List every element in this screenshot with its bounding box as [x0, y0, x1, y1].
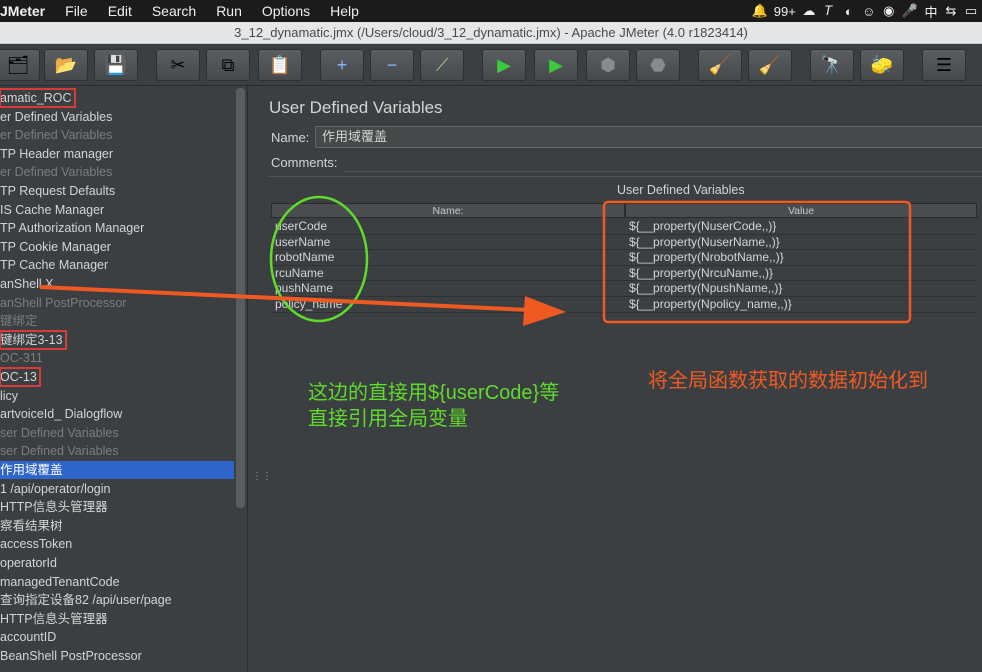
- teamviewer-icon[interactable]: ⇆: [944, 3, 958, 19]
- tree-node[interactable]: 键绑定3-13: [0, 329, 67, 350]
- input-method[interactable]: 中: [924, 2, 938, 21]
- orange-annotation: 将全局函数获取的数据初始化到: [648, 370, 928, 392]
- table-caption: User Defined Variables: [617, 183, 745, 197]
- tree-node[interactable]: er Defined Variables: [0, 126, 112, 144]
- table-cell-name[interactable]: robotName: [271, 250, 625, 266]
- table-cell-value[interactable]: ${__property(NuserName,,)}: [625, 235, 977, 251]
- templates-icon[interactable]: 🗂: [0, 49, 40, 81]
- column-header-name[interactable]: Name:: [271, 203, 625, 218]
- tree-node[interactable]: ser Defined Variables: [0, 424, 119, 442]
- table-cell-value[interactable]: ${__property(NuserCode,,)}: [625, 219, 977, 235]
- tree-node[interactable]: OC-13: [0, 367, 41, 387]
- comments-field[interactable]: [343, 152, 982, 172]
- table-cell-name[interactable]: userCode: [271, 219, 625, 235]
- user-icon[interactable]: ◉: [882, 3, 896, 19]
- tree-node[interactable]: amatic_ROC: [0, 88, 76, 108]
- tree-node[interactable]: BeanShell PostProcessor: [0, 647, 142, 665]
- tree-node[interactable]: accountID: [0, 628, 56, 646]
- cut-icon[interactable]: ✂: [156, 49, 200, 81]
- tree-node[interactable]: artvoiceId_ Dialogflow: [0, 405, 122, 423]
- bell-icon[interactable]: 🔔: [752, 3, 768, 19]
- search-icon[interactable]: 🔭: [810, 49, 854, 81]
- notification-count: 99+: [773, 3, 796, 19]
- menu-run[interactable]: Run: [206, 3, 252, 19]
- tree-scrollbar[interactable]: [236, 88, 245, 508]
- splitter[interactable]: ⋮⋮: [249, 86, 272, 672]
- copy-icon[interactable]: ⧉: [206, 49, 250, 81]
- name-field[interactable]: 作用域覆盖: [315, 126, 982, 148]
- tree-node[interactable]: 1 /api/operator/login: [0, 480, 111, 498]
- table-cell-value[interactable]: ${__property(NrobotName,,)}: [625, 250, 977, 266]
- tree-node[interactable]: er Defined Variables: [0, 108, 112, 126]
- table-cell-value[interactable]: ${__property(Npolicy_name,,)}: [625, 297, 977, 313]
- tree-node[interactable]: 作用域覆盖: [0, 461, 234, 479]
- tree-node[interactable]: ser Defined Variables: [0, 442, 119, 460]
- column-header-value[interactable]: Value: [625, 203, 977, 218]
- clear-icon[interactable]: 🧹: [698, 49, 742, 81]
- menu-edit[interactable]: Edit: [98, 3, 142, 19]
- clear-all-icon[interactable]: 🧹: [748, 49, 792, 81]
- app-menu[interactable]: JMeter: [0, 3, 55, 19]
- menu-file[interactable]: File: [55, 3, 98, 19]
- tree-node[interactable]: HTTP信息头管理器: [0, 610, 108, 628]
- start-icon[interactable]: ▶: [482, 49, 526, 81]
- menu-options[interactable]: Options: [252, 3, 320, 19]
- function-helper-icon[interactable]: ☰: [922, 49, 966, 81]
- microphone-icon[interactable]: 🎤: [902, 3, 918, 19]
- tree-node[interactable]: accessToken: [0, 535, 72, 553]
- table-cell-name[interactable]: policy_name: [271, 297, 625, 313]
- start-no-pauses-icon[interactable]: ▶: [534, 49, 578, 81]
- tree-node[interactable]: OC-311: [0, 349, 43, 367]
- cloud-icon[interactable]: ☁: [802, 3, 816, 19]
- tree-node[interactable]: 察看结果树: [0, 517, 63, 535]
- test-plan-tree: amatic_ROC er Defined Variables er Defined…: [0, 86, 248, 672]
- green-annotation-line1: 这边的直接用${userCode}等: [308, 382, 560, 404]
- menu-search[interactable]: Search: [142, 3, 206, 19]
- green-annotation-line2: 直接引用全局变量: [308, 408, 468, 430]
- table-cell-value[interactable]: ${__property(NrcuName,,)}: [625, 266, 977, 282]
- tree-node[interactable]: 键绑定: [0, 312, 38, 330]
- open-icon[interactable]: 📂: [44, 49, 88, 81]
- table-cell-name[interactable]: userName: [271, 235, 625, 251]
- tree-node[interactable]: TP Authorization Manager: [0, 219, 144, 237]
- table-cell-name[interactable]: pushName: [271, 281, 625, 297]
- tree-node[interactable]: TP Cache Manager: [0, 256, 108, 274]
- tree-node[interactable]: anShell X: [0, 275, 54, 293]
- status-area: 🔔 99+ ☁ 𝑇 ◐ ☺ ◉ 🎤 中 ⇆ ▭: [752, 0, 982, 22]
- window-title: 3_12_dynamatic.jmx (/Users/cloud/3_12_dy…: [0, 22, 982, 44]
- expand-icon[interactable]: +: [320, 49, 364, 81]
- toggle-icon[interactable]: ⟋: [420, 49, 464, 81]
- tree-node[interactable]: managedTenantCode: [0, 573, 120, 591]
- tree-node[interactable]: HTTP信息头管理器: [0, 498, 108, 516]
- tree-node[interactable]: licy: [0, 387, 18, 405]
- smiley-icon[interactable]: ☺: [862, 4, 876, 19]
- tree-node[interactable]: TP Cookie Manager: [0, 238, 111, 256]
- name-label: Name:: [271, 130, 310, 145]
- stop-icon[interactable]: ⬢: [586, 49, 630, 81]
- save-icon[interactable]: 💾: [94, 49, 138, 81]
- paste-icon[interactable]: 📋: [258, 49, 302, 81]
- menubar: JMeter File Edit Search Run Options Help…: [0, 0, 982, 22]
- tree-node[interactable]: 查询指定设备82 /api/user/page: [0, 591, 172, 609]
- tree-node[interactable]: er Defined Variables: [0, 163, 112, 181]
- menu-help[interactable]: Help: [320, 3, 369, 19]
- tree-node[interactable]: anShell PostProcessor: [0, 294, 126, 312]
- menu-extra-icon[interactable]: ▭: [964, 3, 978, 19]
- table-cell-value[interactable]: ${__property(NpushName,,)}: [625, 281, 977, 297]
- table-cell-name[interactable]: rcuName: [271, 266, 625, 282]
- evernote-icon[interactable]: ◐: [842, 4, 856, 19]
- tree-node[interactable]: IS Cache Manager: [0, 201, 104, 219]
- toolbar: 🗂 📂 💾 ✂ ⧉ 📋 + − ⟋ ▶ ▶ ⬢ ⬣ 🧹 🧹 🔭 🧽 ☰: [0, 44, 982, 86]
- comments-label: Comments:: [271, 155, 338, 170]
- script-icon[interactable]: 𝑇: [822, 3, 836, 19]
- tree-node[interactable]: TP Request Defaults: [0, 182, 115, 200]
- tree-node[interactable]: TP Header manager: [0, 145, 113, 163]
- shutdown-icon[interactable]: ⬣: [636, 49, 680, 81]
- reset-search-icon[interactable]: 🧽: [860, 49, 904, 81]
- tree-node[interactable]: operatorId: [0, 554, 57, 572]
- collapse-icon[interactable]: −: [370, 49, 414, 81]
- page-title: User Defined Variables: [269, 98, 443, 117]
